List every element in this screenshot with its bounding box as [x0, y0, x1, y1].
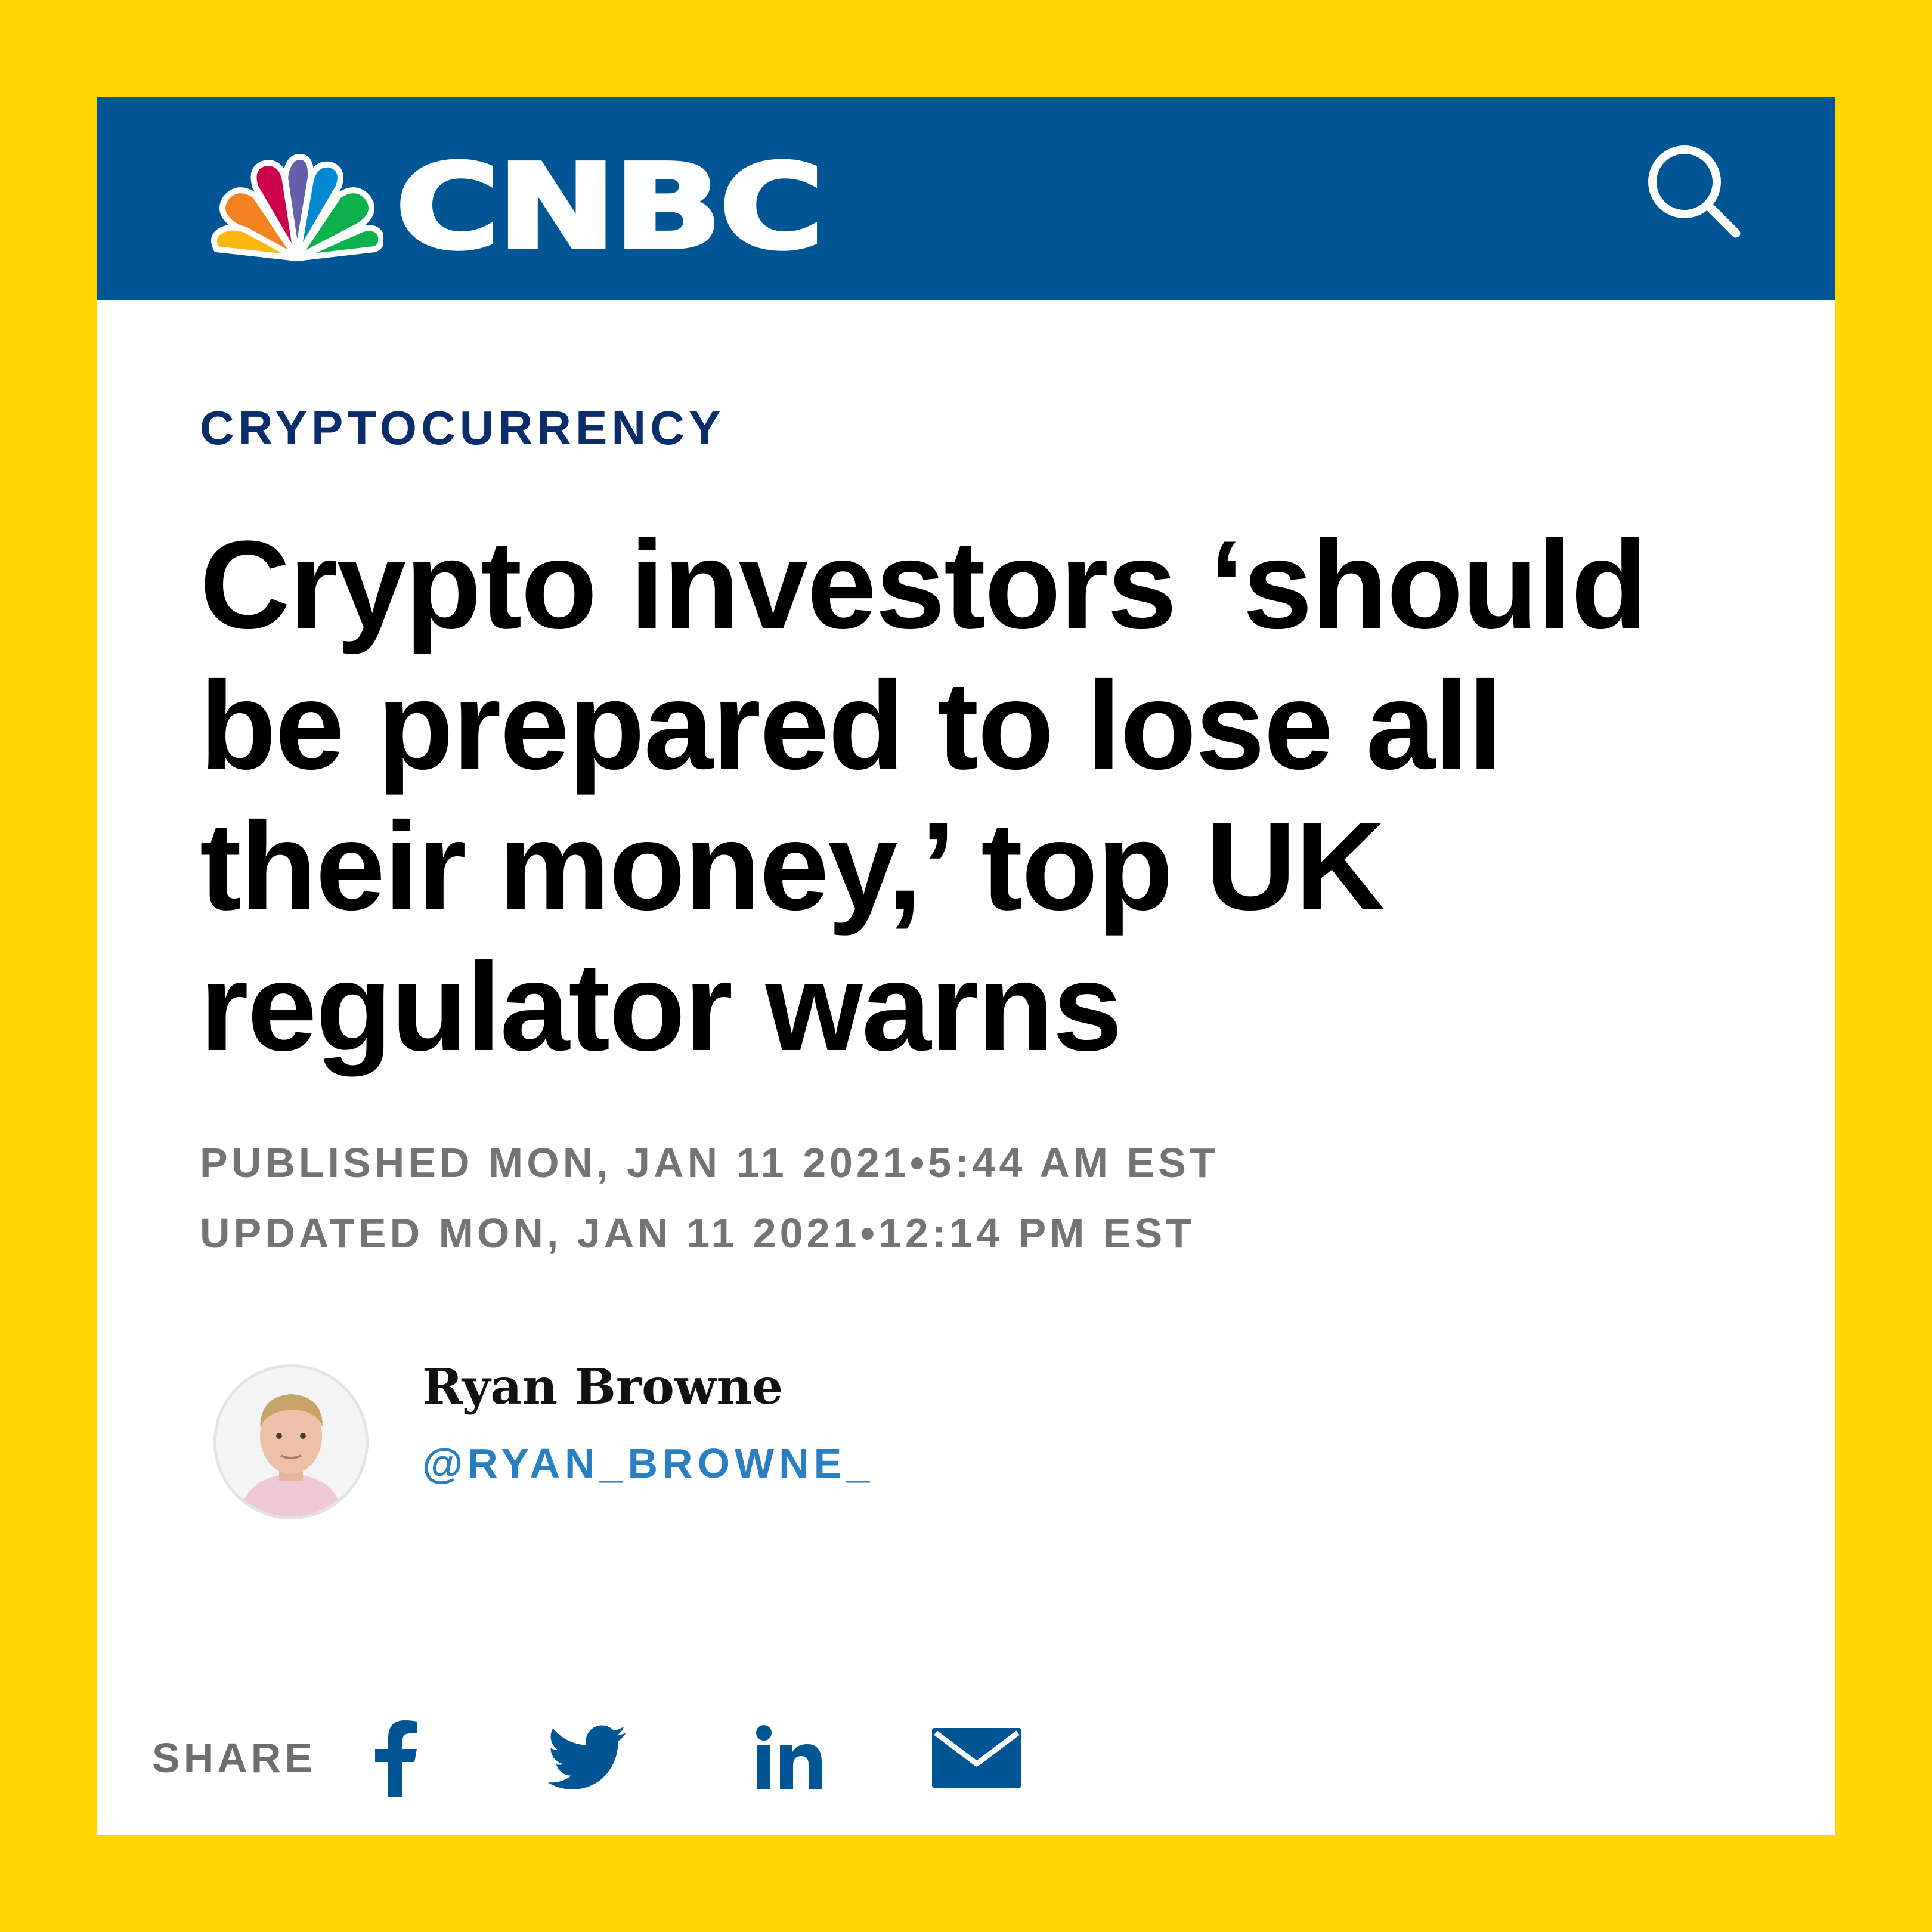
email-icon: [932, 1728, 1021, 1788]
updated-timestamp: UPDATED MON, JAN 11 2021•12:14 PM EST: [200, 1210, 1196, 1256]
share-email-button[interactable]: [926, 1701, 1027, 1815]
article-card: CNBC CRYPTOCURRENCY Crypto investors ‘sh…: [97, 97, 1835, 1835]
share-facebook-button[interactable]: [360, 1701, 431, 1815]
published-timestamp: PUBLISHED MON, JAN 11 2021•5:44 AM EST: [200, 1140, 1219, 1186]
headline-line: regulator warns: [200, 937, 1122, 1077]
share-label: SHARE: [152, 1735, 317, 1781]
twitter-icon: [547, 1725, 626, 1789]
author-twitter-handle[interactable]: @RYAN_BROWNE_: [422, 1442, 874, 1484]
facebook-icon: [375, 1720, 417, 1797]
cnbc-logo[interactable]: CNBC: [210, 147, 826, 268]
search-icon: [1648, 145, 1741, 238]
search-button[interactable]: [1642, 139, 1749, 246]
site-header: CNBC: [97, 97, 1835, 300]
share-twitter-button[interactable]: [538, 1701, 634, 1815]
section-label[interactable]: CRYPTOCURRENCY: [200, 404, 724, 452]
brand-name: CNBC: [393, 140, 826, 275]
avatar[interactable]: [213, 1364, 369, 1519]
share-linkedin-button[interactable]: [747, 1701, 831, 1815]
nbc-peacock-icon: [211, 154, 383, 261]
author-name[interactable]: Ryan Browne: [422, 1363, 783, 1411]
headline-line: be prepared to lose all: [200, 655, 1503, 795]
author-photo: [216, 1367, 366, 1516]
headline: Crypto investors ‘should be prepared to …: [200, 515, 1774, 1078]
linkedin-icon: [756, 1725, 822, 1789]
headline-line: Crypto investors ‘should: [200, 515, 1648, 655]
headline-line: their money,’ top UK: [200, 796, 1385, 936]
